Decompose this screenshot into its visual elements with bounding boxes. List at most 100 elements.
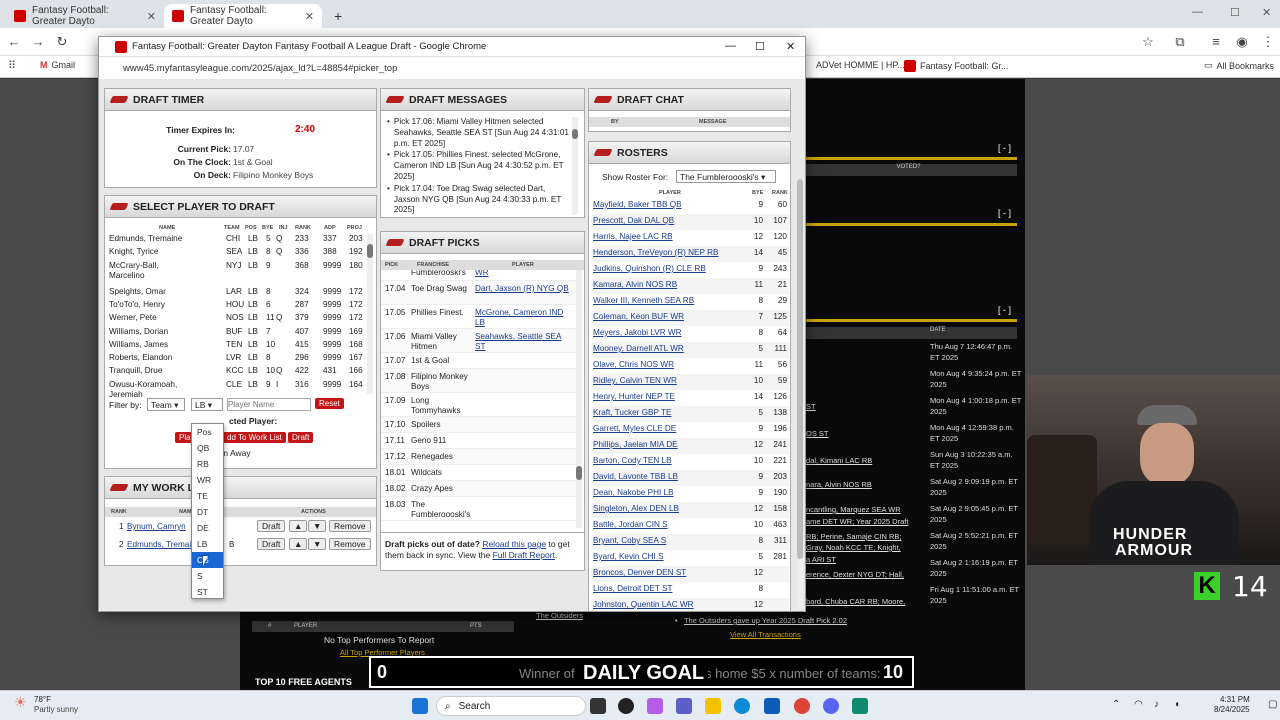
roster-row[interactable]: Garrett, Myles CLE DE 9 196 bbox=[591, 422, 789, 438]
work-list-row[interactable]: 1 Bynum, Camryn Draft ▲ ▼ Remove bbox=[105, 519, 376, 535]
browser-tab[interactable]: Fantasy Football: Greater Dayto ✕ bbox=[6, 4, 164, 28]
player-row[interactable]: Roberts, Elandon LVR LB 8 296 9999 167 bbox=[109, 353, 367, 366]
roster-player[interactable]: Barton, Cody TEN LB bbox=[593, 456, 672, 465]
app-icon[interactable] bbox=[647, 698, 663, 714]
maximize-icon[interactable]: ☐ bbox=[755, 40, 765, 53]
roster-player[interactable]: Dean, Nakobe PHI LB bbox=[593, 488, 674, 497]
all-bookmarks[interactable]: ▭ All Bookmarks bbox=[1204, 60, 1274, 71]
minimize-icon[interactable]: — bbox=[725, 40, 736, 52]
roster-row[interactable]: Prescott, Dak DAL QB 10 107 bbox=[591, 214, 789, 230]
remove-button[interactable]: Remove bbox=[329, 538, 371, 550]
player-row[interactable]: Williams, James TEN LB 10 415 9999 168 bbox=[109, 340, 367, 353]
roster-player[interactable]: Judkins, Quinshon (R) CLE RB bbox=[593, 264, 706, 273]
roster-row[interactable]: Broncos, Denver DEN ST 12 bbox=[591, 566, 789, 582]
add-to-work-list-button[interactable]: dd To Work List bbox=[223, 432, 286, 443]
outsiders-link[interactable]: The Outsiders bbox=[536, 611, 583, 620]
col-adp[interactable]: ADP bbox=[324, 225, 336, 231]
roster-row[interactable]: Singleton, Alex DEN LB 12 158 bbox=[591, 502, 789, 518]
taskbar-search[interactable]: ⌕ Search bbox=[436, 696, 586, 716]
profile-icon[interactable]: ◉ bbox=[1234, 34, 1250, 50]
transaction-link[interactable]: ame DET WR; Year 2025 Draft bbox=[806, 516, 908, 527]
picks-scrollbar[interactable] bbox=[576, 270, 582, 528]
tray-chevron-icon[interactable]: ⌃ bbox=[1112, 699, 1120, 710]
work-player[interactable]: Edmunds, Tremaine bbox=[127, 540, 200, 549]
maximize-icon[interactable]: ☐ bbox=[1230, 6, 1240, 19]
pick-row[interactable]: 17.07 1st & Goal bbox=[381, 353, 577, 369]
transaction-link[interactable]: OS ST bbox=[806, 428, 829, 439]
bookmark-gmail[interactable]: M Gmail bbox=[40, 60, 75, 70]
remove-button[interactable]: Remove bbox=[329, 520, 371, 532]
transaction-link[interactable]: erence, Dexter NYG DT; Hall, bbox=[806, 569, 904, 580]
team-filter-select[interactable]: Team ▾ bbox=[147, 398, 185, 411]
teams-icon[interactable] bbox=[676, 698, 692, 714]
roster-player[interactable]: Henry, Hunter NEP TE bbox=[593, 392, 675, 401]
roster-player[interactable]: Battle, Jordan CIN S bbox=[593, 520, 668, 529]
pick-row[interactable]: 17.06 Miami Valley Hitmen Seahawks, Seattl… bbox=[381, 329, 577, 353]
roster-player[interactable]: Prescott, Dak DAL QB bbox=[593, 216, 674, 225]
roster-row[interactable]: Meyers, Jakobi LVR WR 8 64 bbox=[591, 326, 789, 342]
player-row[interactable]: Knight, Tyrice SEA LB 8 Q 336 388 192 bbox=[109, 247, 367, 260]
full-draft-report-link[interactable]: Full Draft Report bbox=[493, 550, 555, 560]
col-pos[interactable]: POS bbox=[245, 225, 257, 231]
messages-scrollbar[interactable] bbox=[572, 117, 578, 215]
notification-icon[interactable]: ▢ bbox=[1268, 699, 1277, 710]
roster-player[interactable]: Johnston, Quentin LAC WR bbox=[593, 600, 694, 609]
col-inj[interactable]: INJ bbox=[279, 225, 288, 231]
dropdown-option[interactable]: DE bbox=[192, 520, 223, 536]
transaction-link[interactable]: Gray, Noah KCC TE; Knight, bbox=[806, 542, 901, 553]
roster-player[interactable]: Garrett, Myles CLE DE bbox=[593, 424, 676, 433]
dropdown-option[interactable]: TE bbox=[192, 488, 223, 504]
position-dropdown-list[interactable]: Pos QB RB WR TE DT DE LB CB S ST bbox=[191, 423, 224, 599]
roster-player[interactable]: Byard, Kevin CHI S bbox=[593, 552, 664, 561]
popup-scrollbar[interactable] bbox=[797, 179, 803, 609]
pick-row[interactable]: Fumblerooski's WR bbox=[381, 270, 577, 281]
player-row[interactable]: Williams, Dorian BUF LB 7 407 9999 169 bbox=[109, 327, 367, 340]
col-team[interactable]: TEAM bbox=[224, 225, 240, 231]
weather-desc[interactable]: Partly sunny bbox=[34, 705, 78, 714]
roster-player[interactable]: Bryant, Coby SEA S bbox=[593, 536, 666, 545]
menu-icon[interactable]: ⋮ bbox=[1260, 34, 1276, 50]
roster-player[interactable]: Broncos, Denver DEN ST bbox=[593, 568, 686, 577]
pick-row[interactable]: 18.02 Crazy Apes bbox=[381, 481, 577, 497]
file-explorer-icon[interactable] bbox=[705, 698, 721, 714]
roster-row[interactable]: Lions, Detroit DET ST 8 bbox=[591, 582, 789, 598]
view-all-transactions-link[interactable]: View All Transactions bbox=[730, 630, 801, 639]
pick-player[interactable]: WR bbox=[475, 270, 573, 278]
reload-icon[interactable]: ↻ bbox=[54, 34, 70, 50]
close-tab-icon[interactable]: ✕ bbox=[305, 10, 314, 23]
col-name[interactable]: NAME bbox=[159, 225, 175, 231]
work-draft-button[interactable]: Draft bbox=[257, 520, 286, 532]
roster-player[interactable]: Mayfield, Baker TBB QB bbox=[593, 200, 682, 209]
player-list-scrollbar[interactable] bbox=[367, 234, 373, 394]
pick-row[interactable]: 18.01 Wildcats bbox=[381, 465, 577, 481]
pick-player[interactable]: Dart, Jaxson (R) NYG QB bbox=[475, 284, 573, 294]
dropdown-option[interactable]: WR bbox=[192, 472, 223, 488]
dropdown-option[interactable]: LB bbox=[192, 536, 223, 552]
roster-player[interactable]: Olave, Chris NOS WR bbox=[593, 360, 674, 369]
task-view-icon[interactable] bbox=[590, 698, 606, 714]
roster-row[interactable]: Kraft, Tucker GBP TE 5 138 bbox=[591, 406, 789, 422]
player-row[interactable]: Tranquill, Drue KCC LB 10 Q 422 431 166 bbox=[109, 366, 367, 379]
col-rank[interactable]: RANK bbox=[295, 225, 311, 231]
transaction-link[interactable]: ST bbox=[806, 401, 816, 412]
transaction-link[interactable]: a ARI ST bbox=[806, 554, 836, 565]
pick-row[interactable]: 17.05 Phillies Finest. McGrone, Cameron IN… bbox=[381, 305, 577, 329]
app-icon[interactable] bbox=[618, 698, 634, 714]
close-icon[interactable]: ✕ bbox=[786, 40, 795, 53]
roster-player[interactable]: Walker III, Kenneth SEA RB bbox=[593, 296, 694, 305]
col-proj[interactable]: PROJ bbox=[347, 225, 362, 231]
roster-row[interactable]: Johnston, Quentin LAC WR 12 bbox=[591, 598, 789, 611]
pick-player[interactable]: McGrone, Cameron IND LB bbox=[475, 308, 573, 328]
dropdown-option[interactable]: QB bbox=[192, 440, 223, 456]
collapse-toggle[interactable]: [ - ] bbox=[998, 143, 1011, 153]
pick-player[interactable]: Seahawks, Seattle SEA ST bbox=[475, 332, 573, 352]
pick-row[interactable]: 17.08 Filipino Monkey Boys bbox=[381, 369, 577, 393]
close-tab-icon[interactable]: ✕ bbox=[147, 10, 156, 23]
roster-row[interactable]: Coleman, Keon BUF WR 7 125 bbox=[591, 310, 789, 326]
chrome-icon[interactable] bbox=[794, 698, 810, 714]
roster-player[interactable]: Harris, Najee LAC RB bbox=[593, 232, 673, 241]
roster-row[interactable]: Henderson, TreVeyon (R) NEP RB 14 45 bbox=[591, 246, 789, 262]
pick-row[interactable]: 18.03 The Fumbleroooski's bbox=[381, 497, 577, 521]
volume-icon[interactable]: ◖ bbox=[1174, 699, 1180, 710]
browser-tab-active[interactable]: Fantasy Football: Greater Dayto ✕ bbox=[164, 4, 322, 28]
